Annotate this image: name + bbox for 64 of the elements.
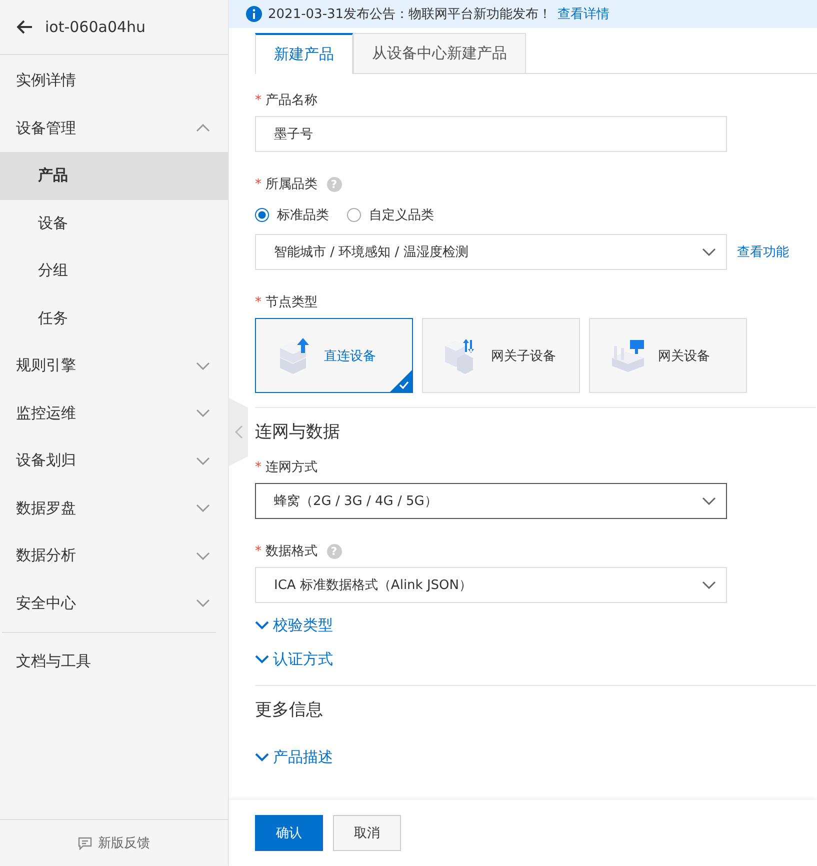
nav-group[interactable]: 数据罗盘 — [0, 484, 228, 532]
chevron-down-icon — [196, 504, 210, 512]
expand-link[interactable]: 产品描述 — [255, 745, 816, 769]
cancel-button[interactable]: 取消 — [333, 815, 401, 851]
chevron-down-icon — [196, 409, 210, 418]
nav-subitem[interactable]: 任务 — [0, 294, 228, 342]
tab[interactable]: 新建产品 — [255, 33, 353, 74]
chevron-down-icon — [255, 752, 269, 762]
product-name-field[interactable]: 墨子号 — [255, 116, 727, 152]
section-heading: 更多信息 — [255, 699, 324, 721]
nav-group[interactable]: 数据分析 — [0, 532, 228, 580]
chevron-down-icon — [196, 362, 210, 370]
info-icon — [246, 6, 262, 22]
field-label: 数据格式 — [266, 543, 318, 560]
required-mark: * — [255, 460, 262, 474]
notice-text: 2021-03-31发布公告：物联网平台新功能发布！ — [268, 6, 552, 23]
required-mark: * — [255, 176, 262, 192]
required-mark: * — [255, 544, 262, 558]
dropdown-chevron-icon — [702, 497, 716, 505]
section-heading: 连网与数据 — [255, 421, 341, 443]
nav-subitem[interactable]: 产品 — [0, 152, 228, 200]
confirm-button[interactable]: 确认 — [255, 815, 323, 851]
field-label: 产品名称 — [266, 92, 318, 109]
instance-title: iot-060a04hu — [45, 18, 146, 36]
expand-link[interactable]: 校验类型 — [255, 613, 816, 637]
chevron-down-icon — [255, 654, 269, 664]
radio-option[interactable]: 自定义品类 — [347, 206, 434, 224]
nav-group[interactable]: 设备划归 — [0, 437, 228, 484]
node-type-card[interactable]: 直连设备 — [255, 318, 413, 393]
nav-item[interactable]: 实例详情 — [0, 57, 228, 104]
view-features-link[interactable]: 查看功能 — [737, 243, 789, 261]
notice-link[interactable]: 查看详情 — [558, 5, 610, 23]
nav-group[interactable]: 安全中心 — [0, 580, 228, 627]
dropdown-chevron-icon — [702, 248, 716, 256]
check-corner-icon — [390, 370, 412, 392]
node-type-card[interactable]: 网关设备 — [589, 318, 747, 393]
chevron-down-icon — [196, 552, 210, 560]
nav-subitem[interactable]: 设备 — [0, 200, 228, 247]
comment-icon — [78, 836, 92, 850]
dropdown-chevron-icon — [702, 581, 716, 589]
nav-group[interactable]: 规则引擎 — [0, 342, 228, 390]
nav-group[interactable]: 设备管理 — [0, 104, 228, 152]
field-label: 连网方式 — [266, 459, 318, 476]
feedback-link[interactable]: 新版反馈 — [78, 834, 150, 852]
expand-link[interactable]: 认证方式 — [255, 647, 816, 671]
required-mark: * — [255, 92, 262, 108]
router-icon — [610, 338, 646, 374]
required-mark: * — [255, 294, 262, 310]
chevron-up-icon — [196, 124, 210, 132]
network-select[interactable]: 蜂窝（2G / 3G / 4G / 5G） — [255, 483, 727, 519]
chevron-down-icon — [196, 456, 210, 465]
nav-subitem[interactable]: 分组 — [0, 247, 228, 294]
chevron-down-icon — [196, 599, 210, 608]
radio-option[interactable]: 标准品类 — [255, 206, 329, 224]
nav-item[interactable]: 文档与工具 — [0, 638, 228, 686]
field-label: 节点类型 — [266, 294, 318, 311]
nav-group[interactable]: 监控运维 — [0, 390, 228, 437]
data-format-select[interactable]: ICA 标准数据格式（Alink JSON） — [255, 567, 727, 603]
back-arrow-icon[interactable] — [17, 20, 33, 34]
node-type-card[interactable]: 网关子设备 — [422, 318, 580, 393]
field-label: 所属品类 — [266, 176, 318, 193]
tab[interactable]: 从设备中心新建产品 — [353, 33, 526, 73]
category-select[interactable]: 智能城市 / 环境感知 / 温湿度检测 — [255, 234, 727, 270]
chevron-down-icon — [255, 620, 269, 630]
